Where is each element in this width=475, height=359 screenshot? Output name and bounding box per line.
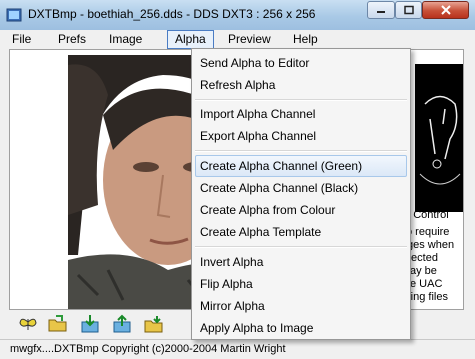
side-text-line: tected	[408, 252, 438, 264]
close-icon	[440, 5, 451, 15]
minimize-icon	[377, 11, 385, 13]
menu-item-create-alpha-template[interactable]: Create Alpha Template	[195, 221, 407, 243]
open-folder-icon[interactable]	[47, 313, 69, 335]
side-text-line: ges when	[407, 239, 455, 251]
menu-bar: File Prefs Image Alpha Preview Help	[5, 30, 467, 49]
menu-separator	[195, 99, 407, 101]
alpha-image	[419, 95, 461, 185]
menu-file[interactable]: File	[5, 30, 38, 49]
menu-separator	[195, 246, 407, 248]
import-icon[interactable]	[79, 313, 101, 335]
menu-item-create-alpha-from-colour[interactable]: Create Alpha from Colour	[195, 199, 407, 221]
side-text-line: ay be	[410, 265, 437, 277]
maximize-button[interactable]	[395, 1, 422, 19]
menu-item-apply-alpha-to-image[interactable]: Apply Alpha to Image	[195, 317, 407, 339]
export-icon[interactable]	[111, 313, 133, 335]
side-text-line: o require	[406, 226, 450, 238]
menu-image[interactable]: Image	[102, 30, 149, 49]
menu-preview[interactable]: Preview	[221, 30, 278, 49]
menu-help[interactable]: Help	[286, 30, 325, 49]
menu-item-send-alpha-to-editor[interactable]: Send Alpha to Editor	[195, 52, 407, 74]
menu-prefs[interactable]: Prefs	[51, 30, 93, 49]
alpha-preview	[415, 64, 463, 212]
close-button[interactable]	[422, 1, 469, 19]
status-bar: mwgfx....DXTBmp Copyright (c)2000-2004 M…	[0, 339, 475, 359]
menu-item-export-alpha-channel[interactable]: Export Alpha Channel	[195, 125, 407, 147]
side-text-line: ring files	[407, 291, 448, 303]
side-text-line: e UAC	[410, 278, 443, 290]
save-folder-icon[interactable]	[143, 313, 165, 335]
menu-item-import-alpha-channel[interactable]: Import Alpha Channel	[195, 103, 407, 125]
status-text: mwgfx....DXTBmp Copyright (c)2000-2004 M…	[10, 343, 286, 355]
menu-alpha[interactable]: Alpha	[167, 30, 214, 49]
window-title: DXTBmp - boethiah_256.dds - DDS DXT3 : 2…	[28, 7, 316, 21]
app-icon	[6, 8, 22, 22]
menu-separator	[195, 150, 407, 152]
title-bar[interactable]: DXTBmp - boethiah_256.dds - DDS DXT3 : 2…	[0, 0, 475, 31]
menu-item-create-alpha-black[interactable]: Create Alpha Channel (Black)	[195, 177, 407, 199]
menu-item-flip-alpha[interactable]: Flip Alpha	[195, 273, 407, 295]
minimize-button[interactable]	[367, 1, 395, 19]
menu-item-mirror-alpha[interactable]: Mirror Alpha	[195, 295, 407, 317]
alpha-menu-dropdown: Send Alpha to Editor Refresh Alpha Impor…	[191, 48, 411, 340]
maximize-icon	[403, 5, 414, 15]
menu-item-create-alpha-green[interactable]: Create Alpha Channel (Green)	[195, 155, 407, 177]
butterfly-icon[interactable]	[17, 313, 39, 335]
menu-item-refresh-alpha[interactable]: Refresh Alpha	[195, 74, 407, 96]
menu-item-invert-alpha[interactable]: Invert Alpha	[195, 251, 407, 273]
